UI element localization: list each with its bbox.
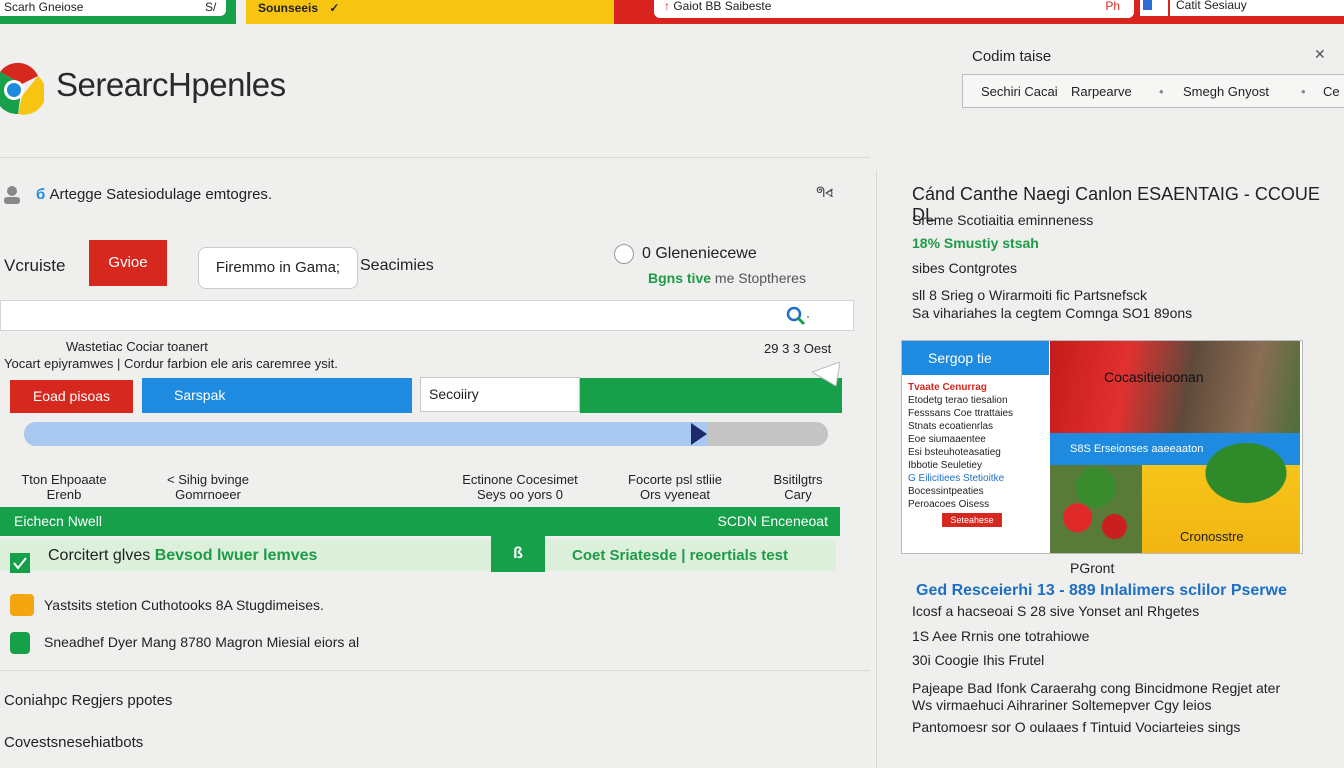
result-line: Pajeape Bad Ifonk Caraerahg cong Bincidm…: [912, 680, 1281, 696]
footer-link-2[interactable]: Covestsnesehiatbots: [4, 734, 143, 751]
right-tab-3[interactable]: Smegh Gnyost: [1183, 84, 1269, 99]
bullet-item-1: Yastsits stetion Cuthotooks 8A Stugdimei…: [44, 597, 324, 613]
row-heading: б Artegge Satesiodulage emtogres.: [36, 186, 273, 203]
column-4[interactable]: Focorte psl stliie Ors vyeneat: [612, 472, 738, 502]
card-header: Sergop tie: [902, 341, 1049, 375]
right-tab-strip: Sechiri Cacai Rarpearve • Smegh Gnyost •…: [962, 74, 1344, 108]
address-bar[interactable]: ↑ Gaiot BB Saibeste Ph: [654, 0, 1134, 18]
dot-separator-icon: •: [1159, 84, 1164, 99]
tab-first[interactable]: Scarh Gneiose S/: [0, 0, 226, 16]
footer-link-1[interactable]: Coniahpc Regjers ppotes: [4, 692, 172, 709]
progress-fill: [24, 422, 707, 446]
green-header-bar: Eichecn Nwell SCDN Enceneoat: [0, 507, 840, 536]
square-icon[interactable]: [1140, 0, 1168, 16]
radio-sublabel: Bgns tive me Stoptheres: [648, 270, 806, 286]
feature-card[interactable]: Sergop tie Tvaate Cenurrag Etodetg terao…: [901, 340, 1303, 554]
search-input[interactable]: [0, 300, 854, 331]
progress-handle-icon[interactable]: [691, 423, 707, 445]
progress-bar[interactable]: [24, 422, 828, 446]
divider: [0, 670, 870, 671]
card-list: Tvaate Cenurrag Etodetg terao tiesalion …: [908, 382, 1014, 510]
right-tab-1[interactable]: Sechiri Cacai: [981, 84, 1058, 99]
check-icon[interactable]: [10, 553, 30, 573]
load-button[interactable]: Eoad pisoas: [10, 380, 133, 413]
right-panel-line: Sa vihariahes la cegtem Comnga SO1 89ons: [912, 305, 1193, 321]
tab-first-mark: S/: [205, 0, 217, 14]
right-panel-line: sll 8 Srieg o Wirarmoiti fic Partsnefsck: [912, 287, 1147, 303]
card-red-button[interactable]: Seteahese: [942, 513, 1002, 527]
tree-photo: [1192, 433, 1300, 513]
brand-logo-icon[interactable]: [0, 62, 44, 118]
flag-icon: [10, 632, 30, 654]
searches-label: Seacimies: [360, 257, 434, 274]
result-line: Ws virmaehuci Aihrariner Soltemepver Cgy…: [912, 697, 1212, 713]
brand-name: SerearcHpenles: [56, 66, 286, 103]
user-icon: [4, 186, 20, 204]
radio-label: 0 Gleneniecewe: [642, 245, 757, 262]
security-field[interactable]: Secoiiry: [420, 377, 580, 412]
right-tab-4[interactable]: Ce: [1323, 84, 1340, 99]
green-submit-button[interactable]: [580, 378, 842, 413]
tab-second-mark: ✓: [329, 1, 340, 15]
flower-photo: [1050, 341, 1300, 433]
green-bar-right[interactable]: SCDN Enceneoat: [717, 507, 828, 536]
address-icon: ↑: [664, 0, 670, 13]
result-line: 30i Coogie Ihis Frutel: [912, 652, 1045, 668]
result-line: Icosf a hacseoai S 28 sive Yonset anl Rh…: [912, 603, 1200, 619]
highlight-button[interactable]: ß: [491, 536, 545, 572]
tab-second[interactable]: Sounseeis ✓: [246, 0, 614, 24]
red-action-button[interactable]: Gvioe: [89, 240, 167, 286]
result-link[interactable]: Ged Resceierhi 13 - 889 Inlalimers sclil…: [916, 582, 1287, 600]
close-icon[interactable]: ✕: [1314, 46, 1326, 63]
panel-divider: [876, 170, 877, 768]
controls-label: Vcruiste: [4, 256, 66, 275]
card-caption: PGront: [1070, 560, 1115, 576]
bracket-icon: б: [36, 186, 46, 203]
info-line-2: Yocart epiyramwes | Cordur farbion ele a…: [4, 356, 338, 371]
right-header-title: Codim taise: [972, 48, 1052, 65]
column-2[interactable]: < Sihig bvinge Gomrnoeer: [148, 472, 268, 502]
address-mark: Ph: [1105, 0, 1120, 13]
right-panel-line: 18% Smustiy stsah: [912, 235, 1039, 251]
column-3[interactable]: Ectinone Cocesimet Seys oo yors 0: [452, 472, 588, 502]
search-icon[interactable]: [784, 305, 810, 327]
info-count: 29 3 3 Oest: [764, 341, 832, 356]
result-line: Pantomoesr sor O oulaaes f Tintuid Vocia…: [912, 719, 1241, 735]
right-panel-line: sibes Contgrotes: [912, 260, 1018, 276]
dot-separator-icon: •: [1301, 84, 1306, 99]
tomato-photo: [1050, 465, 1142, 553]
photo-label: Cocasitieioonan: [1104, 369, 1204, 385]
search-button[interactable]: Sarspak: [142, 378, 412, 413]
highlight-text: Corcitert glves Bevsod lwuer lemves: [48, 547, 318, 564]
right-tab-2[interactable]: Rarpearve: [1071, 84, 1132, 99]
right-panel-line: Sreme Scotiaitia eminneness: [912, 212, 1094, 228]
top-right-label: Catit Sesiauy: [1170, 0, 1344, 16]
yellow-photo-label: Cronosstre: [1180, 529, 1244, 544]
info-line-1: Wastetiac Cociar toanert: [66, 339, 208, 354]
chat-icon: [10, 594, 34, 616]
bullet-item-2: Sneadhef Dyer Mang 8780 Magron Miesial e…: [44, 634, 360, 650]
row-action-icon[interactable]: ᖗ∢: [816, 184, 833, 201]
result-line: 1S Aee Rrnis one totrahiowe: [912, 628, 1090, 644]
column-1[interactable]: Tton Ehpoaate Erenb: [14, 472, 114, 502]
column-5[interactable]: Bsitilgtrs Cary: [756, 472, 840, 502]
green-bar-left: Eichecn Nwell: [14, 513, 102, 529]
filter-pill[interactable]: Firemmo in Gama;: [198, 247, 358, 289]
option-radio[interactable]: [614, 244, 634, 264]
page-corner-icon: [812, 362, 840, 386]
divider: [0, 157, 870, 158]
highlight-right-text[interactable]: Coet Sriatesde | reoertials test: [572, 547, 788, 564]
